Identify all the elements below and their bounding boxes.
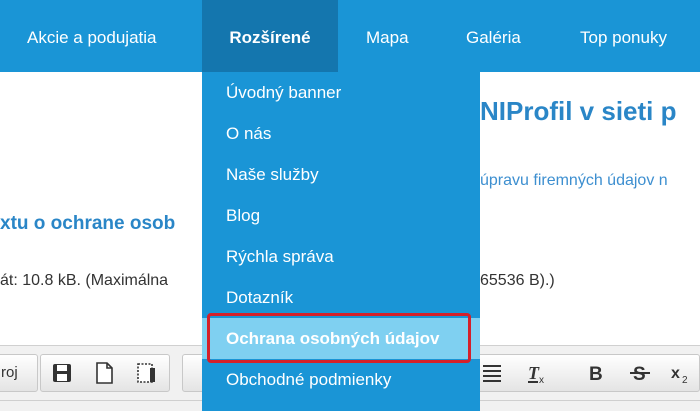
svg-text:S: S <box>633 364 646 385</box>
bold-icon[interactable]: B <box>583 360 609 386</box>
nav-item-galeria[interactable]: Galéria <box>466 0 521 72</box>
menu-item-dotaznik[interactable]: Dotazník <box>202 277 480 318</box>
menu-item-nase-sluzby[interactable]: Naše služby <box>202 154 480 195</box>
source-button-label: roj <box>1 364 18 381</box>
remove-format-icon[interactable]: T x <box>523 360 549 386</box>
nav-item-rozsirene[interactable]: Rozšírené <box>202 0 338 72</box>
list-format-icon[interactable] <box>479 360 505 386</box>
nav-item-akcie[interactable]: Akcie a podujatia <box>27 0 156 72</box>
nav-item-top-ponuky[interactable]: Top ponuky <box>580 0 667 72</box>
svg-text:x: x <box>539 375 544 386</box>
svg-text:B: B <box>589 364 603 385</box>
new-page-icon[interactable] <box>91 360 117 386</box>
menu-item-uvodny-banner[interactable]: Úvodný banner <box>202 72 480 113</box>
menu-item-o-nas[interactable]: O nás <box>202 113 480 154</box>
highlight-annotation-box <box>207 313 471 363</box>
formatting-button-group: T x B S x 2 <box>470 354 700 392</box>
size-limit-info: 65536 B).) <box>480 272 555 289</box>
templates-icon[interactable] <box>133 360 159 386</box>
menu-item-blog[interactable]: Blog <box>202 195 480 236</box>
svg-text:x: x <box>671 365 680 382</box>
document-button-group <box>40 354 170 392</box>
page-heading: NIProfil v sieti p <box>480 96 677 126</box>
top-navigation: Akcie a podujatia Rozšírené Mapa Galéria… <box>0 0 700 72</box>
save-icon[interactable] <box>49 360 75 386</box>
strikethrough-icon[interactable]: S <box>627 360 653 386</box>
edit-company-info-link[interactable]: úpravu firemných údajov n <box>480 172 668 190</box>
menu-item-obchodne-podmienky[interactable]: Obchodné podmienky <box>202 359 480 400</box>
section-heading: xtu o ochrane osob <box>0 213 176 234</box>
source-button-group[interactable]: roj <box>0 354 38 392</box>
nav-item-mapa[interactable]: Mapa <box>366 0 409 72</box>
subscript-icon[interactable]: x 2 <box>667 360 693 386</box>
menu-item-rychla-sprava[interactable]: Rýchla správa <box>202 236 480 277</box>
size-info: át: 10.8 kB. (Maximálna <box>0 272 169 289</box>
svg-text:2: 2 <box>682 375 688 386</box>
